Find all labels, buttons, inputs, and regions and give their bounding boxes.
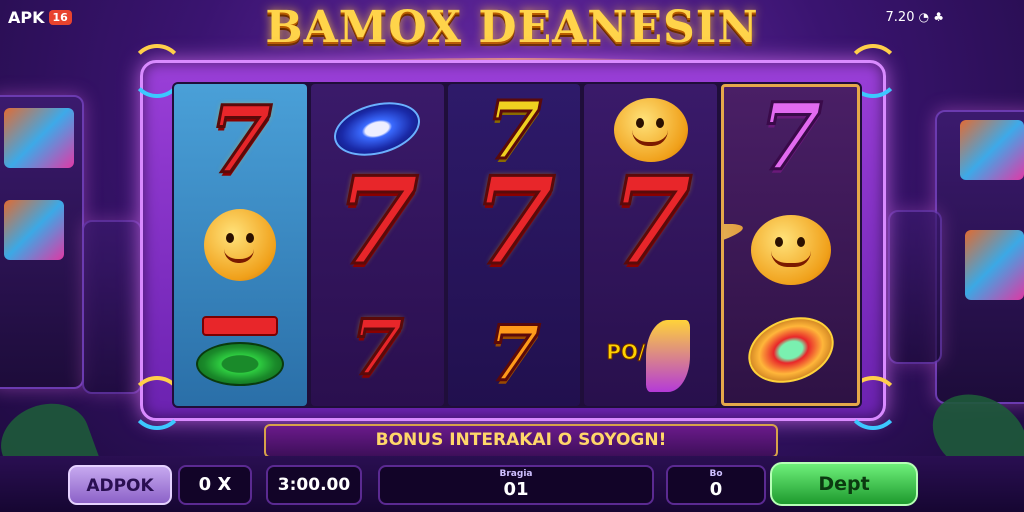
adpok-button[interactable]: ADPOK [68,465,172,505]
center-counter-value: 01 [503,479,529,500]
reel-5: 7 [721,84,860,406]
background-slot-machine-left-2 [82,220,142,394]
reel-3: 7 7 7 [447,84,581,406]
smiley-face-symbol [750,215,831,285]
coin-trail-icon [724,217,746,261]
bonus-banner: BONUS INTERAKAI O SOYOGN! [264,424,778,458]
green-chip-symbol [196,342,285,386]
center-counter: Bragia 01 [378,465,654,505]
multiplier-display: 0 X [178,465,252,505]
purple-leaf-symbol [646,320,691,392]
joker-face-symbol [204,209,277,281]
background-screen-right-bottom [965,230,1024,300]
reel-2: 7 7 [310,84,444,406]
background-screen-left-bottom [4,200,64,260]
background-screen-left-top [4,108,74,168]
seven-symbol: 7 [757,84,824,191]
seven-symbol: 7 [334,151,420,292]
right-counter: Bo 0 [666,465,766,505]
timer-value: 3:00.00 [277,475,351,495]
right-counter-value: 0 [709,479,723,500]
multiplier-value: 0 X [198,474,232,495]
reel-4: 7 PO/O [584,84,718,406]
dept-button[interactable]: Dept [770,462,918,506]
emerald-chip-symbol [738,305,843,395]
seven-symbol: 7 [486,309,542,398]
seven-symbol: 7 [608,151,694,292]
red-bar-symbol [202,316,278,336]
reel-area: 7 7 7 7 7 7 7 PO/O 7 [172,82,862,408]
seven-symbol: 7 [207,86,274,194]
background-slot-machine-right-2 [888,210,942,364]
center-counter-label: Bragia [499,469,533,479]
background-screen-right-top [960,120,1024,180]
right-counter-label: Bo [709,469,723,479]
seven-symbol: 7 [349,303,405,392]
timer-display: 3:00.00 [266,465,362,505]
seven-symbol: 7 [471,151,557,292]
reel-1: 7 [174,84,307,406]
